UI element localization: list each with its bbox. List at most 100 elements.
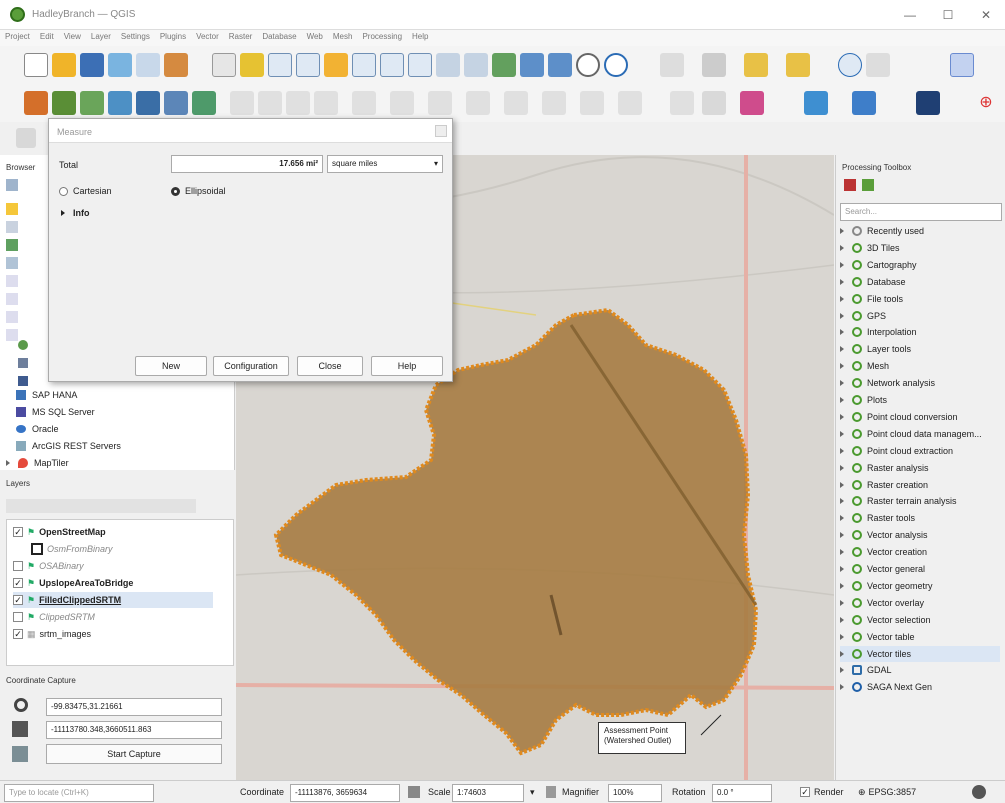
- browser-item-mssql[interactable]: MS SQL Server: [16, 404, 95, 420]
- expand-arrow-icon[interactable]: [840, 566, 844, 572]
- zoom-layer-icon[interactable]: [380, 53, 404, 77]
- toolbox-item[interactable]: Vector general: [840, 561, 925, 577]
- toolbox-item[interactable]: Vector selection: [840, 612, 931, 628]
- processing-icon[interactable]: [916, 91, 940, 115]
- toggle-extent-icon[interactable]: [408, 786, 420, 798]
- expand-arrow-icon[interactable]: [840, 261, 844, 268]
- redo-icon[interactable]: [618, 91, 642, 115]
- menu-edit[interactable]: Edit: [40, 32, 54, 41]
- expand-arrow-icon[interactable]: [840, 481, 844, 488]
- toolbox-item[interactable]: Raster terrain analysis: [840, 493, 957, 509]
- toolbox-item[interactable]: Raster analysis: [840, 460, 929, 476]
- delete-selected-icon[interactable]: [428, 91, 452, 115]
- wms-icon[interactable]: [6, 329, 18, 341]
- expand-arrow-icon[interactable]: [840, 380, 844, 387]
- layer-checkbox[interactable]: [31, 543, 43, 555]
- expand-arrow-icon[interactable]: [840, 329, 844, 336]
- layer-clippedsrtm[interactable]: ⚑ ClippedSRTM: [13, 609, 95, 625]
- vertex-tool-icon[interactable]: [352, 91, 376, 115]
- toolbox-item[interactable]: GPS: [840, 308, 886, 324]
- db2-icon[interactable]: [6, 311, 18, 323]
- toolbox-item[interactable]: Point cloud extraction: [840, 443, 953, 459]
- pan-icon[interactable]: [212, 53, 236, 77]
- toolbox-item[interactable]: Raster tools: [840, 510, 915, 526]
- xyz-tiles-icon[interactable]: [18, 340, 28, 350]
- python-console-icon[interactable]: [804, 91, 828, 115]
- unit-select[interactable]: square miles ▾: [327, 155, 443, 173]
- settings-icon[interactable]: [12, 746, 28, 762]
- browser-item-maptiler[interactable]: MapTiler: [6, 455, 69, 471]
- undo-icon[interactable]: [580, 91, 604, 115]
- map-coord-field[interactable]: -11113780.348,3660511.863: [46, 721, 222, 739]
- expand-arrow-icon[interactable]: [840, 464, 844, 471]
- add-spatialite-icon[interactable]: [192, 91, 216, 115]
- crs-button[interactable]: ⊕ EPSG:3857: [858, 784, 916, 800]
- dropdown-arrow-icon[interactable]: ▾: [530, 787, 535, 798]
- save-edits-icon[interactable]: [286, 91, 310, 115]
- expand-arrow-icon[interactable]: [840, 498, 844, 505]
- favorites-icon[interactable]: [6, 203, 18, 215]
- paste-features-icon[interactable]: [542, 91, 566, 115]
- expand-arrow-icon[interactable]: [840, 278, 844, 285]
- expand-arrow-icon[interactable]: [840, 312, 844, 319]
- print-layout-icon[interactable]: [136, 53, 160, 77]
- menu-web[interactable]: Web: [307, 32, 323, 41]
- toolbox-item[interactable]: Network analysis: [840, 375, 935, 391]
- browser-item-oracle[interactable]: Oracle: [16, 421, 59, 437]
- open-project-icon[interactable]: [52, 53, 76, 77]
- settings-icon[interactable]: [950, 53, 974, 77]
- layer-checkbox[interactable]: ✓: [13, 527, 23, 537]
- toolbox-item[interactable]: Cartography: [840, 257, 917, 273]
- layer-checkbox[interactable]: ✓: [13, 595, 23, 605]
- save-as-icon[interactable]: [108, 53, 132, 77]
- expand-arrow-icon[interactable]: [840, 684, 844, 691]
- new-button[interactable]: New: [135, 356, 207, 376]
- add-delimited-text-icon[interactable]: [136, 91, 160, 115]
- expand-arrow-icon[interactable]: [840, 413, 844, 420]
- add-feature-icon[interactable]: [314, 91, 338, 115]
- identify-icon[interactable]: [660, 53, 684, 77]
- menu-project[interactable]: Project: [5, 32, 30, 41]
- expand-arrow-icon[interactable]: [6, 460, 10, 466]
- locator-input[interactable]: Type to locate (Ctrl+K): [4, 784, 154, 802]
- toolbox-item[interactable]: Vector creation: [840, 544, 927, 560]
- menu-vector[interactable]: Vector: [196, 32, 219, 41]
- maximize-icon[interactable]: ☐: [934, 6, 962, 24]
- layer-osabinary[interactable]: ⚑ OSABinary: [13, 558, 84, 574]
- expand-arrow-icon[interactable]: [840, 244, 844, 251]
- measure-icon[interactable]: [866, 53, 890, 77]
- postgis-icon[interactable]: [6, 275, 18, 287]
- toolbox-item[interactable]: Vector geometry: [840, 578, 933, 594]
- layer-checkbox[interactable]: [13, 561, 23, 571]
- expand-arrow-icon[interactable]: [840, 650, 844, 657]
- expand-arrow-icon[interactable]: [840, 447, 844, 454]
- expand-arrow-icon[interactable]: [840, 363, 844, 370]
- toolbox-item[interactable]: Layer tools: [840, 341, 911, 357]
- expand-arrow-icon[interactable]: [840, 582, 844, 589]
- expand-arrow-icon[interactable]: [840, 616, 844, 623]
- messages-icon[interactable]: [972, 785, 986, 799]
- menu-database[interactable]: Database: [262, 32, 296, 41]
- modify-attributes-icon[interactable]: [390, 91, 414, 115]
- help-button[interactable]: Help: [371, 356, 443, 376]
- scale-field[interactable]: 1:74603: [452, 784, 524, 802]
- toolbox-item[interactable]: File tools: [840, 291, 903, 307]
- toolbox-item[interactable]: Vector analysis: [840, 527, 928, 543]
- layer-filledclippedsrtm[interactable]: ✓ ⚑ FilledClippedSRTM: [13, 592, 213, 608]
- plugin-icon[interactable]: [852, 91, 876, 115]
- new-project-icon[interactable]: [24, 53, 48, 77]
- pan-to-selection-icon[interactable]: [240, 53, 264, 77]
- add-postgis-icon[interactable]: [164, 91, 188, 115]
- toolbox-item[interactable]: GDAL: [840, 662, 892, 678]
- toolbox-item[interactable]: Plots: [840, 392, 887, 408]
- expand-arrow-icon[interactable]: [840, 346, 844, 353]
- toolbox-item[interactable]: Mesh: [840, 358, 889, 374]
- expand-arrow-icon[interactable]: [840, 430, 844, 437]
- zoom-in-icon[interactable]: [268, 53, 292, 77]
- expand-arrow-icon[interactable]: [840, 549, 844, 556]
- label-pin-icon[interactable]: [702, 91, 726, 115]
- menu-raster[interactable]: Raster: [229, 32, 253, 41]
- search-icon[interactable]: [838, 53, 862, 77]
- magnifier-field[interactable]: 100%: [608, 784, 662, 802]
- browser-item-sap-hana[interactable]: SAP HANA: [16, 387, 77, 403]
